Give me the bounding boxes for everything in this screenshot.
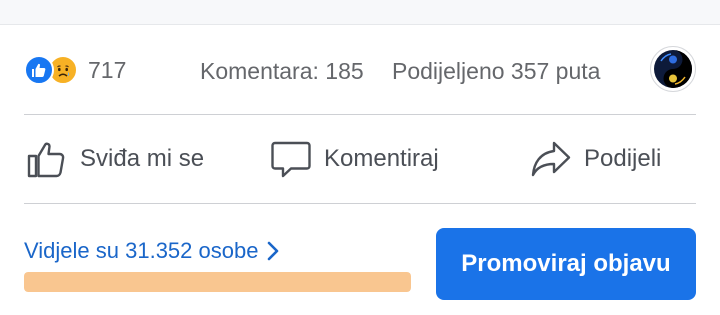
comment-button[interactable]: Komentiraj — [270, 138, 439, 180]
thumbs-up-icon — [27, 142, 65, 178]
views-insights-link[interactable]: Vidjele su 31.352 osobe — [24, 238, 280, 264]
page-avatar[interactable] — [650, 46, 696, 92]
views-count-text: Vidjele su 31.352 osobe — [24, 238, 259, 263]
comments-count[interactable]: Komentara: 185 — [200, 58, 364, 85]
top-strip — [0, 0, 720, 25]
share-button-label: Podijeli — [584, 145, 662, 172]
reactions-summary[interactable]: 717 — [24, 54, 126, 86]
post-stats-row: 717 Komentara: 185 Podijeljeno 357 puta — [0, 24, 720, 114]
reaction-count: 717 — [88, 56, 127, 83]
share-button[interactable]: Podijeli — [530, 138, 661, 180]
like-reaction-icon — [24, 55, 54, 85]
post-insights-row: Vidjele su 31.352 osobe Promoviraj objav… — [0, 204, 720, 315]
like-button[interactable]: Sviđa mi se — [26, 138, 204, 180]
shares-count[interactable]: Podijeljeno 357 puta — [392, 58, 600, 85]
comment-bubble-icon — [271, 141, 311, 178]
yin-yang-avatar-icon — [654, 50, 692, 88]
views-progress-bar — [24, 272, 411, 292]
share-arrow-icon — [531, 141, 571, 177]
comment-button-label: Komentiraj — [324, 145, 439, 172]
views-progress-fill — [24, 272, 411, 292]
post-actions-row: Sviđa mi se Komentiraj Podijeli — [0, 116, 720, 202]
stats-divider — [24, 114, 696, 115]
promote-post-button[interactable]: Promoviraj objavu — [436, 228, 696, 300]
like-button-label: Sviđa mi se — [80, 145, 205, 172]
chevron-right-icon — [268, 241, 279, 261]
